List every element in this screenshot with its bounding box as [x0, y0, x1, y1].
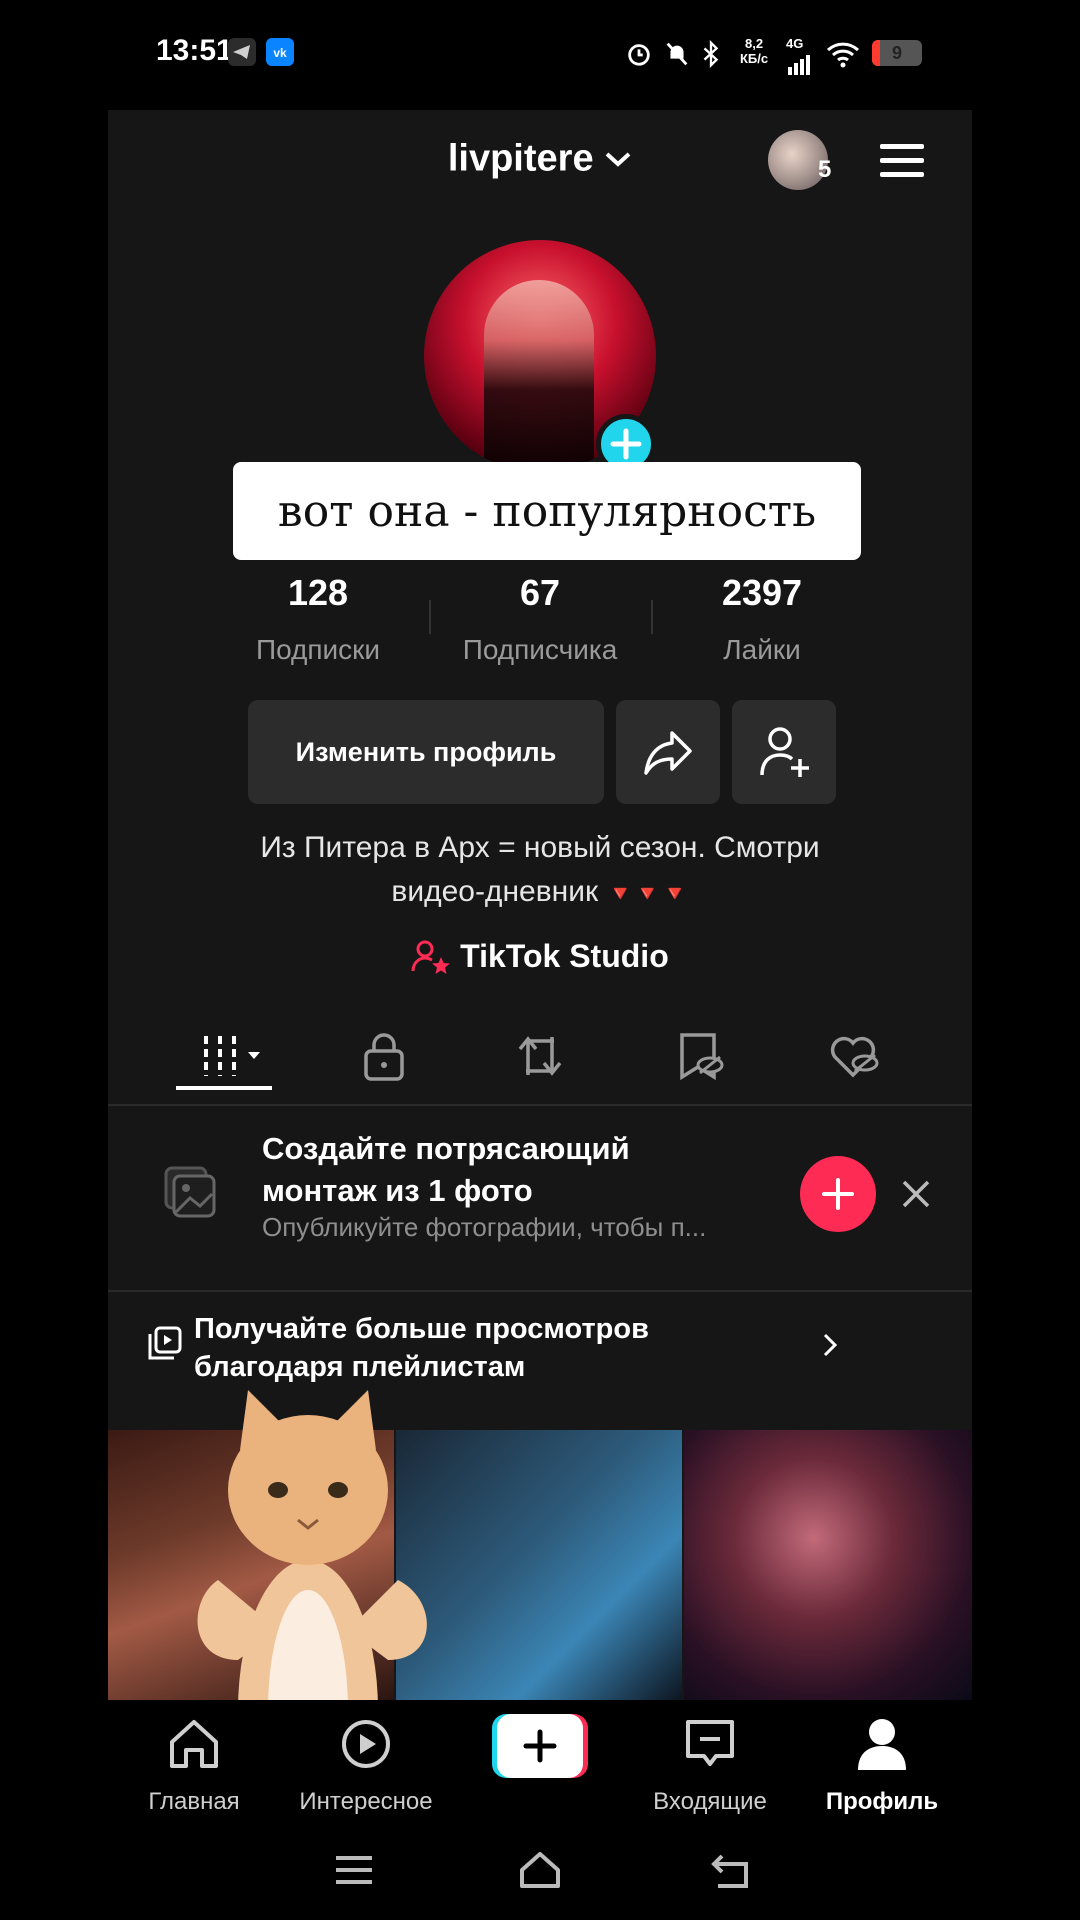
- bio-line: видео-дневник 🔻🔻🔻: [168, 870, 912, 916]
- stat-divider: [429, 600, 431, 634]
- status-time: 13:51: [156, 34, 233, 67]
- telegram-icon: [228, 38, 256, 66]
- alarm-icon: [628, 44, 650, 66]
- chevron-down-icon: [605, 152, 631, 167]
- profile-bio: Из Питера в Арх = новый сезон. Смотри ви…: [168, 826, 912, 916]
- status-bar: 13:51 vk 8,2 КБ/с 4G 9: [108, 0, 972, 110]
- system-home-icon[interactable]: [516, 1848, 564, 1892]
- signal-icon: [788, 55, 810, 75]
- share-profile-button[interactable]: [616, 700, 720, 804]
- vk-icon: vk: [266, 38, 294, 66]
- tab-videos[interactable]: [198, 1028, 268, 1084]
- red-triangles: 🔻🔻🔻: [606, 881, 689, 906]
- discover-play-icon: [342, 1720, 390, 1768]
- tab-favorites[interactable]: [670, 1028, 730, 1084]
- share-icon: [644, 731, 692, 775]
- tiktok-studio-label: TikTok Studio: [460, 938, 669, 975]
- network-type: 4G: [786, 36, 804, 51]
- stat-followers[interactable]: 67 Подписчика: [430, 572, 650, 666]
- stat-divider: [651, 600, 653, 634]
- mute-bell-icon: [666, 42, 688, 66]
- stat-label: Подписчика: [462, 634, 618, 665]
- plus-icon: [822, 1178, 854, 1210]
- nav-label: Входящие: [653, 1788, 767, 1815]
- stat-label: Подписки: [255, 634, 381, 665]
- playlist-icon: [148, 1326, 182, 1360]
- grid-filter-icon: [204, 1036, 260, 1076]
- content-tabs: [108, 1010, 972, 1106]
- promo-subtitle: Опубликуйте фотографии, чтобы п...: [262, 1212, 707, 1242]
- tab-reposts[interactable]: [510, 1028, 570, 1084]
- nav-label: Интересное: [299, 1788, 433, 1815]
- stat-following[interactable]: 128 Подписки: [208, 572, 428, 666]
- svg-text:vk: vk: [273, 46, 287, 60]
- network-speed-value: 8,2: [745, 36, 764, 51]
- creator-star-icon: [411, 940, 451, 974]
- nav-inbox[interactable]: Входящие: [624, 1700, 796, 1820]
- battery-icon: 9: [872, 40, 922, 66]
- profile-page: livpitere 5 вот она - популярность 128 П…: [108, 110, 972, 1820]
- profile-header: livpitere 5: [108, 110, 972, 210]
- network-speed-unit: КБ/с: [740, 51, 769, 66]
- inbox-icon: [686, 1720, 734, 1766]
- tiktok-studio-link[interactable]: TikTok Studio: [108, 936, 972, 975]
- stat-value: 67: [519, 572, 561, 613]
- wifi-icon: [826, 42, 860, 68]
- playlist-banner-text: Получайте больше просмотров благодаря пл…: [194, 1313, 649, 1383]
- nav-label: Профиль: [825, 1788, 939, 1815]
- repost-icon: [518, 1036, 562, 1076]
- nav-create[interactable]: [452, 1700, 624, 1820]
- menu-icon[interactable]: [878, 136, 926, 184]
- edit-profile-button[interactable]: Изменить профиль: [248, 700, 604, 804]
- nav-profile[interactable]: Профиль: [796, 1700, 968, 1820]
- photo-montage-promo[interactable]: Создайте потрясающий монтаж из 1 фото Оп…: [108, 1104, 972, 1292]
- add-friends-button[interactable]: [732, 700, 836, 804]
- heart-hidden-icon: [830, 1036, 879, 1078]
- username-label: livpitere: [447, 137, 594, 180]
- stat-likes[interactable]: 2397 Лайки: [652, 572, 872, 666]
- account-switch-count: 5: [818, 156, 832, 183]
- home-icon: [170, 1720, 218, 1768]
- battery-level: 9: [891, 43, 902, 63]
- profile-icon: [858, 1719, 906, 1770]
- add-user-icon: [760, 727, 809, 777]
- chevron-right-icon: [823, 1333, 838, 1357]
- profile-stats: 128 Подписки 67 Подписчика 2397 Лайки: [108, 572, 972, 672]
- stat-value: 2397: [721, 572, 803, 613]
- video-thumbnail[interactable]: [684, 1430, 972, 1700]
- bio-line-text: видео-дневник: [391, 875, 599, 908]
- username-switcher[interactable]: livpitere: [108, 136, 972, 180]
- nav-discover[interactable]: Интересное: [280, 1700, 452, 1820]
- bluetooth-icon: [703, 40, 719, 68]
- close-icon[interactable]: [894, 1172, 938, 1216]
- active-tab-indicator: [176, 1086, 272, 1090]
- photo-stack-icon: [164, 1166, 216, 1218]
- phone-screen: 13:51 vk 8,2 КБ/с 4G 9 livpitere 5 вот о…: [108, 0, 972, 1920]
- stat-value: 128: [287, 572, 349, 613]
- system-navigation-bar: [108, 1820, 972, 1920]
- stat-label: Лайки: [723, 634, 801, 665]
- promo-title: Создайте потрясающий монтаж из 1 фото: [262, 1131, 630, 1208]
- recent-apps-icon[interactable]: [330, 1848, 378, 1892]
- nav-label: Главная: [148, 1788, 240, 1815]
- caption-overlay: вот она - популярность: [233, 462, 861, 560]
- bio-line: Из Питера в Арх = новый сезон. Смотри: [260, 831, 820, 864]
- bookmark-hidden-icon: [680, 1033, 724, 1081]
- tab-liked[interactable]: [824, 1028, 884, 1084]
- bottom-navigation: Главная Интересное Входящие Профиль: [108, 1700, 972, 1820]
- network-speed: 8,2 КБ/с: [740, 36, 768, 66]
- promo-create-button[interactable]: [800, 1156, 876, 1232]
- lock-icon: [364, 1033, 404, 1081]
- create-plus-icon: [492, 1714, 588, 1778]
- back-icon[interactable]: [708, 1848, 756, 1892]
- nav-home[interactable]: Главная: [108, 1700, 280, 1820]
- tab-private[interactable]: [354, 1028, 414, 1084]
